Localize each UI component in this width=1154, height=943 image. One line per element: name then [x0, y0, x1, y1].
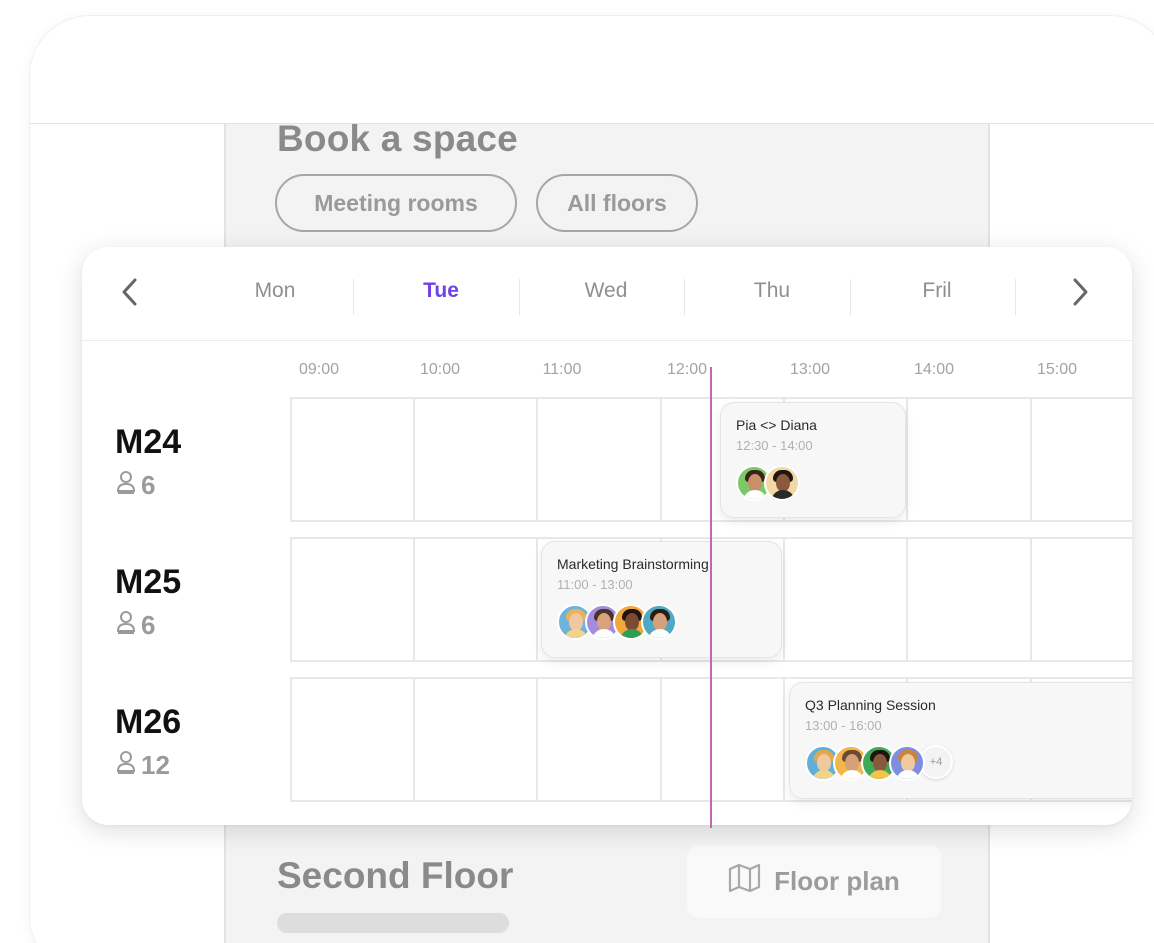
- map-icon: [728, 863, 762, 900]
- day-thu[interactable]: Thu: [712, 279, 832, 303]
- attendee-avatars: [736, 465, 800, 501]
- booking-event[interactable]: Marketing Brainstorming 11:00 - 13:00: [541, 541, 782, 658]
- event-title: Pia <> Diana: [736, 417, 817, 433]
- hour-divider: [413, 399, 415, 520]
- event-time: 13:00 - 16:00: [805, 718, 882, 733]
- floor-filter[interactable]: All floors: [536, 174, 698, 232]
- avatar: [764, 465, 800, 501]
- hour-divider: [783, 539, 785, 660]
- day-separator: [850, 279, 851, 315]
- avatar: [889, 745, 925, 781]
- day-separator: [684, 279, 685, 315]
- chevron-right-icon: [1070, 277, 1090, 312]
- day-separator: [519, 279, 520, 315]
- hour-divider: [660, 679, 662, 800]
- day-separator: [353, 279, 354, 315]
- previous-week-button[interactable]: [107, 271, 153, 317]
- booking-event[interactable]: Pia <> Diana 12:30 - 14:00: [720, 402, 906, 518]
- hour-divider: [906, 539, 908, 660]
- event-time: 11:00 - 13:00: [557, 577, 633, 592]
- time-label: 11:00: [542, 361, 582, 378]
- day-separator: [1015, 279, 1016, 315]
- hour-divider: [536, 679, 538, 800]
- hour-divider: [413, 679, 415, 800]
- event-title: Marketing Brainstorming: [557, 556, 709, 572]
- room-capacity-value: 6: [141, 610, 156, 640]
- person-icon: [115, 609, 137, 642]
- room-capacity-value: 6: [141, 470, 156, 500]
- day-mon[interactable]: Mon: [215, 279, 335, 303]
- event-title: Q3 Planning Session: [805, 697, 936, 713]
- hour-divider: [413, 539, 415, 660]
- room-capacity: 12: [115, 749, 170, 782]
- section-title: Second Floor: [277, 855, 514, 896]
- event-time: 12:30 - 14:00: [736, 438, 813, 453]
- hour-divider: [783, 679, 785, 800]
- person-icon: [115, 469, 137, 502]
- page-title: Book a space: [277, 118, 518, 159]
- section-placeholder-bar: [277, 913, 509, 933]
- attendee-avatars: +4: [805, 745, 953, 781]
- time-label: 15:00: [1036, 361, 1078, 378]
- hour-divider: [906, 399, 908, 520]
- attendee-avatars: [557, 604, 677, 640]
- time-label: 12:00: [666, 361, 708, 378]
- room-capacity: 6: [115, 609, 155, 642]
- time-label: 14:00: [913, 361, 955, 378]
- person-icon: [115, 749, 137, 782]
- room-name: M26: [115, 703, 182, 741]
- booking-event[interactable]: Q3 Planning Session 13:00 - 16:00 +4: [789, 682, 1132, 799]
- hour-divider: [1030, 399, 1032, 520]
- room-calendar-card: Mon Tue Wed Thu Fril 09:00 10:00 11:00 1…: [82, 247, 1132, 825]
- day-fri[interactable]: Fril: [877, 279, 997, 303]
- room-capacity: 6: [115, 469, 155, 502]
- current-time-indicator: [710, 367, 712, 828]
- hour-divider: [660, 399, 662, 520]
- avatar: [641, 604, 677, 640]
- time-label: 09:00: [298, 361, 340, 378]
- next-week-button[interactable]: [1057, 271, 1103, 317]
- room-type-filter[interactable]: Meeting rooms: [275, 174, 517, 232]
- room-name: M25: [115, 563, 182, 601]
- room-capacity-value: 12: [141, 750, 170, 780]
- day-tue[interactable]: Tue: [381, 279, 501, 303]
- hour-divider: [536, 539, 538, 660]
- room-name: M24: [115, 423, 182, 461]
- day-wed[interactable]: Wed: [546, 279, 666, 303]
- chevron-left-icon: [120, 277, 140, 312]
- time-label: 10:00: [419, 361, 461, 378]
- day-selector: Mon Tue Wed Thu Fril: [82, 247, 1132, 341]
- time-label: 13:00: [789, 361, 831, 378]
- hour-divider: [1030, 539, 1032, 660]
- floor-plan-label: Floor plan: [774, 866, 900, 896]
- hour-divider: [536, 399, 538, 520]
- floor-plan-button[interactable]: Floor plan: [687, 845, 941, 918]
